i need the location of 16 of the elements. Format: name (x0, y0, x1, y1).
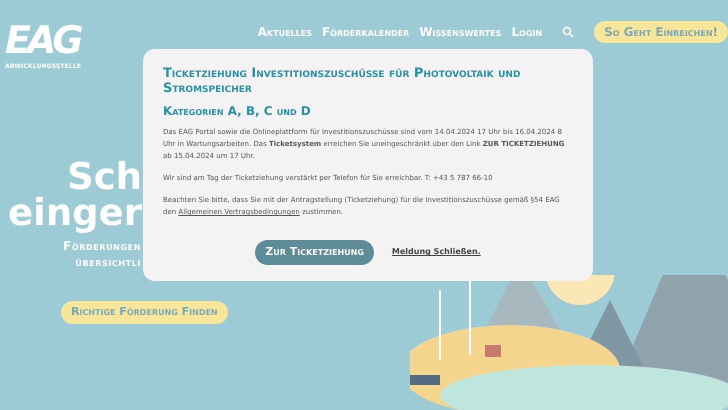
search-icon[interactable] (562, 26, 574, 38)
hero-title: Sch (67, 159, 142, 195)
nav-link[interactable]: Wissenswertes (419, 23, 502, 41)
hero-title: einger (8, 195, 142, 231)
nav-link[interactable]: Aktuelles (258, 23, 312, 41)
dialog-subtitle: Kategorien A, B, C und D (163, 103, 312, 120)
nav-link[interactable]: Login (511, 23, 542, 41)
find-funding-button[interactable]: Richtige Förderung Finden (61, 301, 228, 324)
ticket-button[interactable]: Zur Ticketziehung (255, 240, 374, 264)
close-link[interactable]: Meldung Schließen. (392, 246, 481, 258)
hero-subtitle: Förderungen (63, 239, 141, 253)
dialog-title: Ticketziehung Investitionszuschüsse für Photovoltaik und Stromspeicher (163, 66, 522, 96)
cta-button[interactable]: So Geht Einreichen! (594, 21, 728, 43)
logo[interactable]: EAG (5, 20, 80, 60)
hero-subtitle: übersichtli (75, 255, 141, 269)
nav-link[interactable]: Förderkalender (322, 23, 410, 41)
